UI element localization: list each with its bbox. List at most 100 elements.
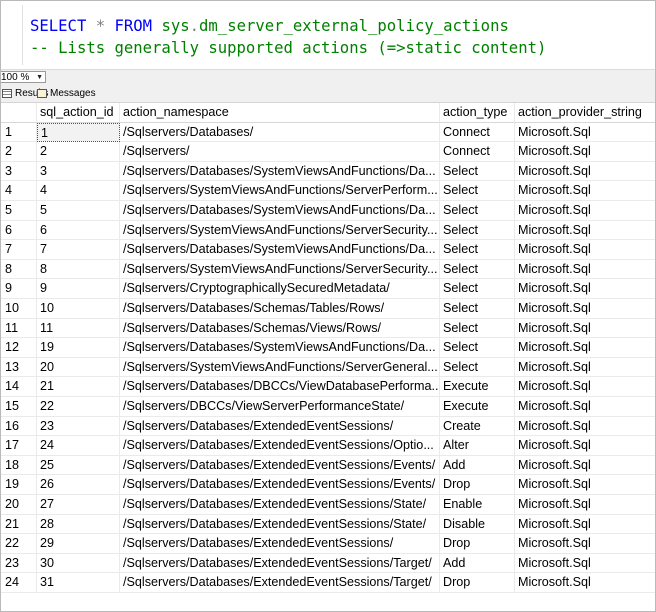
- action-type-cell[interactable]: Execute: [440, 397, 515, 417]
- action-namespace-cell[interactable]: /Sqlservers/SystemViewsAndFunctions/Serv…: [120, 220, 440, 241]
- column-header-action-type[interactable]: action_type: [440, 103, 515, 123]
- action-type-cell[interactable]: Select: [440, 299, 515, 319]
- action-type-cell[interactable]: Disable: [440, 514, 515, 535]
- zoom-select[interactable]: 100 % ▼: [1, 71, 46, 84]
- action-provider-string-cell[interactable]: Microsoft.Sql: [515, 358, 655, 378]
- sql-action-id-cell[interactable]: 22: [37, 397, 120, 417]
- action-namespace-cell[interactable]: /Sqlservers/DBCCs/ViewServerPerformanceS…: [120, 397, 440, 417]
- action-type-cell[interactable]: Drop: [440, 475, 515, 495]
- table-row[interactable]: 19 26/Sqlservers/Databases/ExtendedEventS…: [1, 475, 655, 495]
- action-type-cell[interactable]: Add: [440, 455, 515, 476]
- query-editor[interactable]: SELECT * FROM sys.dm_server_external_pol…: [1, 1, 655, 69]
- sql-action-id-cell[interactable]: 10: [37, 299, 120, 319]
- action-provider-string-cell[interactable]: Microsoft.Sql: [515, 475, 655, 495]
- table-row[interactable]: 15 22/Sqlservers/DBCCs/ViewServerPerforma…: [1, 397, 655, 417]
- action-provider-string-cell[interactable]: Microsoft.Sql: [515, 240, 655, 260]
- action-provider-string-cell[interactable]: Microsoft.Sql: [515, 279, 655, 299]
- action-type-cell[interactable]: Enable: [440, 495, 515, 515]
- action-namespace-cell[interactable]: /Sqlservers/Databases/Schemas/Views/Rows…: [120, 318, 440, 339]
- table-row[interactable]: 5 5/Sqlservers/Databases/SystemViewsAndFu…: [1, 201, 655, 221]
- table-row[interactable]: 1 1/Sqlservers/Databases/Connect Microsoft…: [1, 122, 655, 143]
- action-provider-string-cell[interactable]: Microsoft.Sql: [515, 573, 655, 593]
- action-type-cell[interactable]: Select: [440, 220, 515, 241]
- table-row[interactable]: 2 2/Sqlservers/Connect Microsoft.Sql: [1, 142, 655, 162]
- table-row[interactable]: 21 28/Sqlservers/Databases/ExtendedEventS…: [1, 514, 655, 535]
- sql-action-id-cell[interactable]: 2: [37, 142, 120, 162]
- sql-action-id-cell[interactable]: 25: [37, 455, 120, 476]
- chevron-down-icon[interactable]: ▼: [36, 72, 43, 84]
- action-type-cell[interactable]: Select: [440, 201, 515, 221]
- table-row[interactable]: 14 21/Sqlservers/Databases/DBCCs/ViewData…: [1, 377, 655, 397]
- table-row[interactable]: 11 11/Sqlservers/Databases/Schemas/Views/…: [1, 318, 655, 339]
- column-header-sql-action-id[interactable]: sql_action_id: [37, 103, 120, 123]
- action-type-cell[interactable]: Select: [440, 318, 515, 339]
- action-provider-string-cell[interactable]: Microsoft.Sql: [515, 221, 655, 241]
- column-header-action-namespace[interactable]: action_namespace: [120, 103, 440, 123]
- action-provider-string-cell[interactable]: Microsoft.Sql: [515, 319, 655, 339]
- action-namespace-cell[interactable]: /Sqlservers/CryptographicallySecuredMeta…: [120, 279, 440, 299]
- action-namespace-cell[interactable]: /Sqlservers/Databases/ExtendedEventSessi…: [120, 573, 440, 593]
- table-row[interactable]: 18 25/Sqlservers/Databases/ExtendedEventS…: [1, 455, 655, 476]
- column-header-action-provider-string[interactable]: action_provider_string: [515, 103, 655, 123]
- table-row[interactable]: 8 8/Sqlservers/SystemViewsAndFunctions/Se…: [1, 259, 655, 280]
- action-type-cell[interactable]: Select: [440, 240, 515, 260]
- action-provider-string-cell[interactable]: Microsoft.Sql: [515, 436, 655, 456]
- action-namespace-cell[interactable]: /Sqlservers/Databases/ExtendedEventSessi…: [120, 534, 440, 554]
- sql-action-id-cell[interactable]: 8: [37, 259, 120, 280]
- action-provider-string-cell[interactable]: Microsoft.Sql: [515, 123, 655, 143]
- action-type-cell[interactable]: Drop: [440, 573, 515, 593]
- sql-action-id-cell[interactable]: 9: [37, 279, 120, 299]
- sql-action-id-cell[interactable]: 27: [37, 495, 120, 515]
- table-row[interactable]: 16 23/Sqlservers/Databases/ExtendedEventS…: [1, 416, 655, 437]
- table-row[interactable]: 9 9/Sqlservers/CryptographicallySecuredMe…: [1, 279, 655, 299]
- table-row[interactable]: 23 30/Sqlservers/Databases/ExtendedEventS…: [1, 553, 655, 574]
- table-row[interactable]: 24 31/Sqlservers/Databases/ExtendedEventS…: [1, 573, 655, 593]
- action-type-cell[interactable]: Connect: [440, 142, 515, 162]
- action-provider-string-cell[interactable]: Microsoft.Sql: [515, 201, 655, 221]
- action-namespace-cell[interactable]: /Sqlservers/Databases/ExtendedEventSessi…: [120, 475, 440, 495]
- action-namespace-cell[interactable]: /Sqlservers/Databases/ExtendedEventSessi…: [120, 455, 440, 476]
- sql-action-id-cell[interactable]: 30: [37, 553, 120, 574]
- action-provider-string-cell[interactable]: Microsoft.Sql: [515, 162, 655, 182]
- action-type-cell[interactable]: Drop: [440, 534, 515, 554]
- action-provider-string-cell[interactable]: Microsoft.Sql: [515, 299, 655, 319]
- action-provider-string-cell[interactable]: Microsoft.Sql: [515, 142, 655, 162]
- results-grid[interactable]: sql_action_id action_namespace action_ty…: [1, 103, 655, 611]
- action-provider-string-cell[interactable]: Microsoft.Sql: [515, 260, 655, 280]
- table-row[interactable]: 17 24/Sqlservers/Databases/ExtendedEventS…: [1, 436, 655, 456]
- table-row[interactable]: 12 19/Sqlservers/Databases/SystemViewsAnd…: [1, 338, 655, 358]
- sql-action-id-cell[interactable]: 29: [37, 534, 120, 554]
- sql-action-id-cell[interactable]: 21: [37, 377, 120, 397]
- action-provider-string-cell[interactable]: Microsoft.Sql: [515, 181, 655, 201]
- sql-action-id-cell[interactable]: 19: [37, 338, 120, 358]
- sql-action-id-cell[interactable]: 5: [37, 201, 120, 221]
- action-type-cell[interactable]: Select: [440, 161, 515, 182]
- table-row[interactable]: 7 7/Sqlservers/Databases/SystemViewsAndFu…: [1, 240, 655, 260]
- action-type-cell[interactable]: Select: [440, 279, 515, 299]
- action-type-cell[interactable]: Add: [440, 553, 515, 574]
- sql-action-id-cell[interactable]: 6: [37, 220, 120, 241]
- sql-action-id-cell[interactable]: 23: [37, 416, 120, 437]
- action-type-cell[interactable]: Create: [440, 416, 515, 437]
- sql-action-id-cell[interactable]: 7: [37, 240, 120, 260]
- sql-action-id-cell[interactable]: 11: [37, 318, 120, 339]
- action-namespace-cell[interactable]: /Sqlservers/Databases/Schemas/Tables/Row…: [120, 299, 440, 319]
- sql-action-id-cell[interactable]: 3: [37, 161, 120, 182]
- action-namespace-cell[interactable]: /Sqlservers/Databases/SystemViewsAndFunc…: [120, 161, 440, 182]
- action-provider-string-cell[interactable]: Microsoft.Sql: [515, 397, 655, 417]
- action-provider-string-cell[interactable]: Microsoft.Sql: [515, 377, 655, 397]
- action-provider-string-cell[interactable]: Microsoft.Sql: [515, 456, 655, 476]
- sql-action-id-cell[interactable]: 28: [37, 514, 120, 535]
- table-row[interactable]: 3 3/Sqlservers/Databases/SystemViewsAndFu…: [1, 161, 655, 182]
- action-namespace-cell[interactable]: /Sqlservers/Databases/SystemViewsAndFunc…: [120, 240, 440, 260]
- action-type-cell[interactable]: Connect: [440, 122, 515, 143]
- sql-action-id-cell[interactable]: 20: [37, 357, 120, 378]
- action-type-cell[interactable]: Execute: [440, 377, 515, 397]
- action-provider-string-cell[interactable]: Microsoft.Sql: [515, 495, 655, 515]
- action-namespace-cell[interactable]: /Sqlservers/: [120, 142, 440, 162]
- table-row[interactable]: 13 20/Sqlservers/SystemViewsAndFunctions/…: [1, 357, 655, 378]
- action-namespace-cell[interactable]: /Sqlservers/Databases/ExtendedEventSessi…: [120, 495, 440, 515]
- action-namespace-cell[interactable]: /Sqlservers/SystemViewsAndFunctions/Serv…: [120, 181, 440, 201]
- action-provider-string-cell[interactable]: Microsoft.Sql: [515, 554, 655, 574]
- action-namespace-cell[interactable]: /Sqlservers/Databases/: [120, 122, 440, 143]
